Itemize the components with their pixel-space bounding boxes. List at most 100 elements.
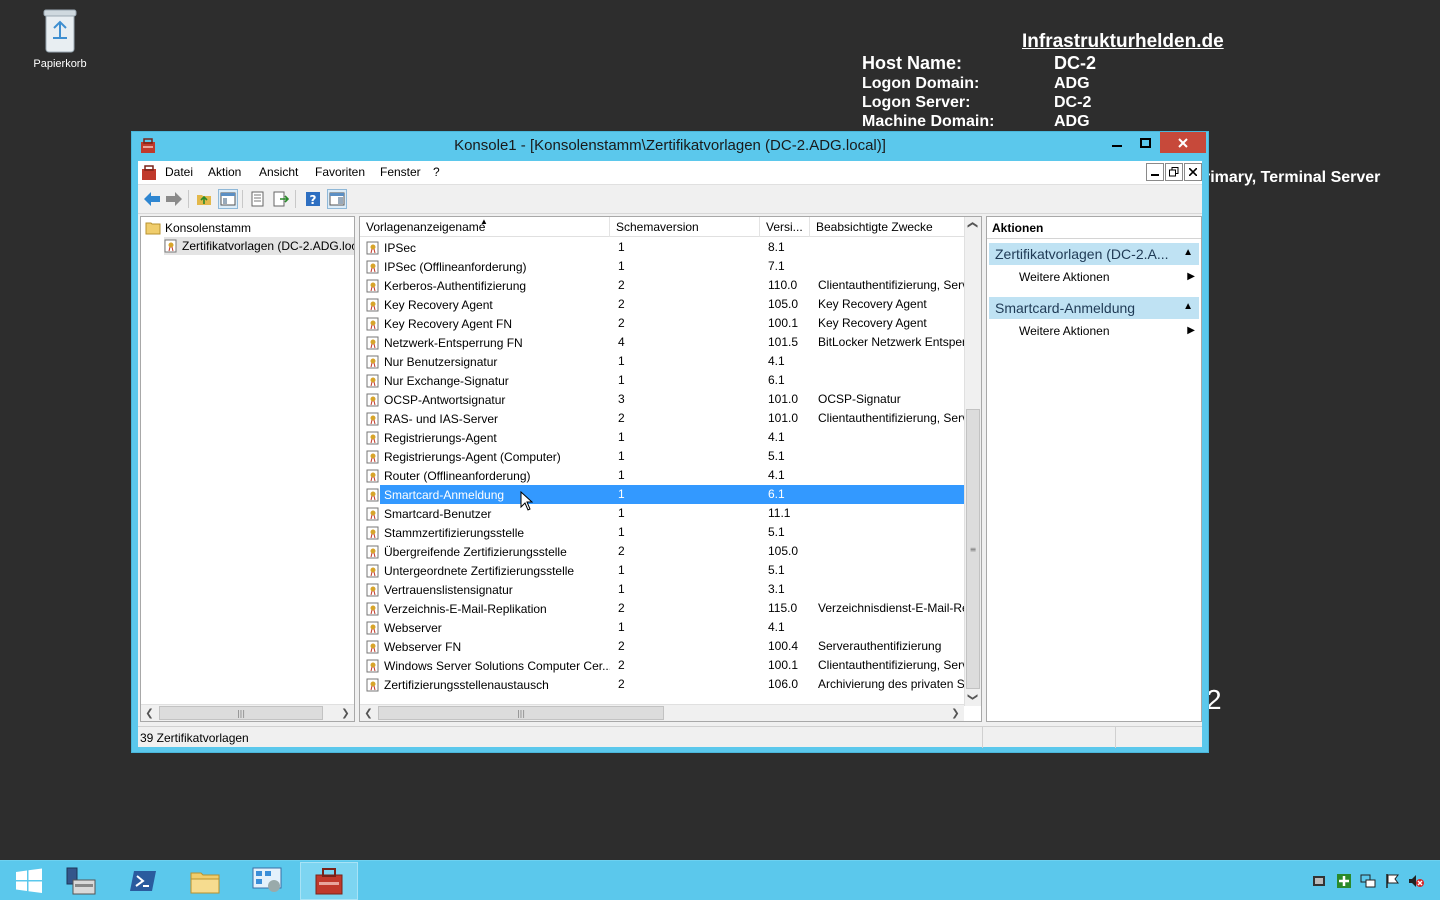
export-list-button[interactable] <box>271 189 291 209</box>
maximize-button[interactable] <box>1132 132 1158 153</box>
table-row[interactable]: Router (Offlineanforderung) 1 4.1 <box>360 466 964 485</box>
cell-template-name: Verzeichnis-E-Mail-Replikation <box>366 599 610 618</box>
tree-horizontal-scrollbar[interactable]: ❮ ||| ❯ <box>141 704 354 721</box>
list-hscroll-thumb[interactable]: ||| <box>378 706 664 720</box>
list-scroll-thumb[interactable]: ≡ <box>966 409 980 689</box>
menu-help[interactable]: ? <box>433 165 440 179</box>
template-name-text: IPSec (Offlineanforderung) <box>384 259 527 274</box>
menu-aktion[interactable]: Aktion <box>208 165 241 179</box>
menu-favoriten[interactable]: Favoriten <box>315 165 365 179</box>
column-header-schema[interactable]: Schemaversion <box>610 217 760 237</box>
start-button[interactable] <box>0 862 58 900</box>
action-weitere-aktionen[interactable]: Weitere Aktionen ▶ <box>1019 270 1195 284</box>
table-row[interactable]: Webserver FN 2 100.4 Serverauthentifizierun… <box>360 637 964 656</box>
mdi-console-icon[interactable] <box>141 165 157 181</box>
column-header-version[interactable]: Versi... <box>760 217 810 237</box>
status-bar: 39 Zertifikatvorlagen <box>138 726 1202 748</box>
menu-datei[interactable]: Datei <box>165 165 193 179</box>
table-row[interactable]: Smartcard-Benutzer 1 11.1 <box>360 504 964 523</box>
taskbar-powershell[interactable] <box>114 862 172 900</box>
properties-icon <box>251 191 264 207</box>
table-row[interactable]: Key Recovery Agent 2 105.0 Key Recovery Age… <box>360 295 964 314</box>
table-row[interactable]: Registrierungs-Agent (Computer) 1 5.1 <box>360 447 964 466</box>
certificate-template-icon <box>366 545 379 558</box>
taskbar-mmc-console[interactable] <box>300 862 358 900</box>
template-name-text: Key Recovery Agent FN <box>384 316 513 331</box>
help-button[interactable]: ? <box>303 189 323 209</box>
tray-flag-icon[interactable] <box>1384 873 1400 889</box>
list-vertical-scrollbar[interactable]: ❮ ≡ ❯ <box>964 217 981 706</box>
column-header-purpose[interactable]: Beabsichtigte Zwecke <box>810 217 964 237</box>
actions-header: Aktionen <box>987 217 1201 239</box>
template-name-text: Registrierungs-Agent <box>384 430 497 445</box>
title-bar[interactable]: Konsole1 - [Konsolenstamm\Zertifikatvorl… <box>132 132 1208 160</box>
table-row[interactable]: Key Recovery Agent FN 2 100.1 Key Recovery … <box>360 314 964 333</box>
show-hide-console-tree-button[interactable] <box>218 189 238 209</box>
menu-fenster[interactable]: Fenster <box>380 165 421 179</box>
table-row[interactable]: Untergeordnete Zertifizierungsstelle 1 5.1 <box>360 561 964 580</box>
tray-volume-muted-icon[interactable] <box>1408 873 1424 889</box>
taskbar-file-explorer[interactable] <box>176 862 234 900</box>
list-horizontal-scrollbar[interactable]: ❮ ||| ❯ <box>360 704 964 721</box>
scroll-down-arrow-icon[interactable]: ❯ <box>965 689 981 705</box>
table-row[interactable]: Verzeichnis-E-Mail-Replikation 2 115.0 Verz… <box>360 599 964 618</box>
table-row[interactable]: Übergreifende Zertifizierungsstelle 2 105.… <box>360 542 964 561</box>
scroll-up-arrow-icon[interactable]: ❮ <box>965 217 981 233</box>
mdi-close-button[interactable] <box>1184 163 1202 181</box>
properties-button[interactable] <box>248 189 268 209</box>
cell-schema-version: 1 <box>618 449 625 463</box>
tree-root-konsolenstamm[interactable]: Konsolenstamm <box>145 219 351 237</box>
tray-network-icon[interactable] <box>1360 873 1376 889</box>
recycle-bin-desktop-icon[interactable]: Papierkorb <box>20 6 100 70</box>
table-row[interactable]: Nur Benutzersignatur 1 4.1 <box>360 352 964 371</box>
minimize-button[interactable] <box>1104 132 1130 153</box>
collapse-up-icon[interactable]: ▲ <box>1183 301 1193 312</box>
table-row[interactable]: Zertifizierungsstellenaustausch 2 106.0 Arc… <box>360 675 964 694</box>
collapse-up-icon[interactable]: ▲ <box>1183 247 1193 258</box>
tree-node-zertifikatvorlagen[interactable]: Zertifikatvorlagen (DC-2.ADG.local) <box>164 237 354 255</box>
tray-action-center-icon[interactable] <box>1311 873 1327 889</box>
tree-scroll-thumb[interactable]: ||| <box>159 706 323 720</box>
up-one-level-button[interactable] <box>194 189 214 209</box>
action-weitere-aktionen[interactable]: Weitere Aktionen ▶ <box>1019 324 1195 338</box>
back-button[interactable] <box>142 189 162 209</box>
table-row[interactable]: OCSP-Antwortsignatur 3 101.0 OCSP-Signatur <box>360 390 964 409</box>
table-row[interactable]: Registrierungs-Agent 1 4.1 <box>360 428 964 447</box>
column-header-name[interactable]: Vorlagenanzeigename ▲ <box>360 217 610 237</box>
mdi-restore-button[interactable] <box>1165 163 1183 181</box>
table-row[interactable]: Windows Server Solutions Computer Cer...… <box>360 656 964 675</box>
table-row[interactable]: IPSec (Offlineanforderung) 1 7.1 <box>360 257 964 276</box>
table-row[interactable]: IPSec 1 8.1 <box>360 238 964 257</box>
template-name-text: Registrierungs-Agent (Computer) <box>384 449 561 464</box>
svg-text:?: ? <box>310 193 317 207</box>
cell-version: 6.1 <box>768 487 785 501</box>
table-row[interactable]: Stammzertifizierungsstelle 1 5.1 <box>360 523 964 542</box>
taskbar-control-panel[interactable] <box>238 862 296 900</box>
cell-schema-version: 2 <box>618 639 625 653</box>
table-row[interactable]: Kerberos-Authentifizierung 2 110.0 Clientau… <box>360 276 964 295</box>
scroll-right-arrow-icon[interactable]: ❯ <box>947 705 964 721</box>
table-row[interactable]: Webserver 1 4.1 <box>360 618 964 637</box>
show-hide-action-pane-button[interactable] <box>327 189 347 209</box>
table-row-selected[interactable]: Smartcard-Anmeldung 1 6.1 <box>360 485 964 504</box>
mdi-minimize-button[interactable] <box>1146 163 1164 181</box>
table-row[interactable]: Vertrauenslistensignatur 1 3.1 <box>360 580 964 599</box>
forward-button[interactable] <box>164 189 184 209</box>
menu-ansicht[interactable]: Ansicht <box>259 165 298 179</box>
close-button[interactable] <box>1160 132 1206 153</box>
table-row[interactable]: Nur Exchange-Signatur 1 6.1 <box>360 371 964 390</box>
scroll-left-arrow-icon[interactable]: ❮ <box>141 705 158 721</box>
submenu-arrow-icon: ▶ <box>1187 325 1195 336</box>
cell-template-name: Vertrauenslistensignatur <box>366 580 610 599</box>
table-row[interactable]: Netzwerk-Entsperrung FN 4 101.5 BitLocker N… <box>360 333 964 352</box>
table-row[interactable]: RAS- und IAS-Server 2 101.0 Clientauthentif… <box>360 409 964 428</box>
taskbar-server-manager[interactable] <box>52 862 110 900</box>
scroll-right-arrow-icon[interactable]: ❯ <box>337 705 354 721</box>
scroll-left-arrow-icon[interactable]: ❮ <box>360 705 377 721</box>
actions-section-smartcard[interactable]: Smartcard-Anmeldung ▲ <box>989 297 1199 319</box>
cell-version: 4.1 <box>768 468 785 482</box>
minimize-icon <box>1151 174 1159 176</box>
actions-section-zertifikatvorlagen[interactable]: Zertifikatvorlagen (DC-2.A... ▲ <box>989 243 1199 265</box>
certificate-template-icon <box>366 564 379 577</box>
tray-security-icon[interactable] <box>1336 873 1352 889</box>
